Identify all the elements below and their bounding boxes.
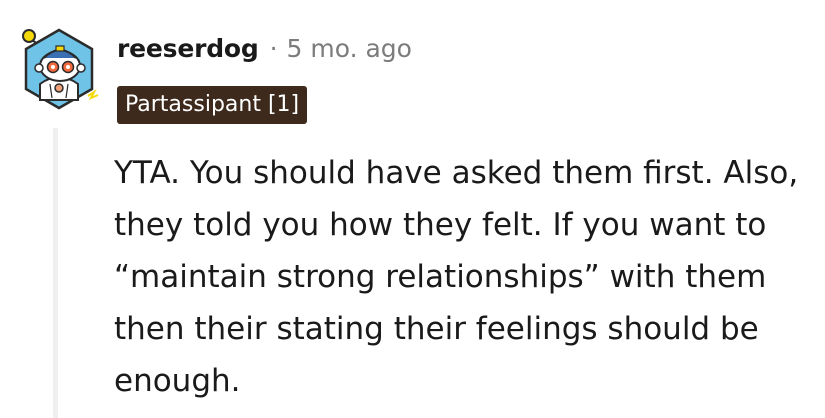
meta-separator: · [269,34,278,63]
comment-meta: reeserdog · 5 mo. ago [117,34,412,74]
user-flair: Partassipant [1] [117,86,308,124]
comment-body: YTA. You should have asked them first. A… [114,155,799,399]
comment: reeserdog · 5 mo. ago Partassipant [1] Y… [0,0,825,418]
thread-line[interactable] [53,128,58,418]
username-link[interactable]: reeserdog [117,34,259,63]
timestamp-link[interactable]: 5 mo. ago [287,34,412,63]
snoo-robot-avatar-icon [22,28,99,110]
avatar[interactable] [14,22,104,114]
